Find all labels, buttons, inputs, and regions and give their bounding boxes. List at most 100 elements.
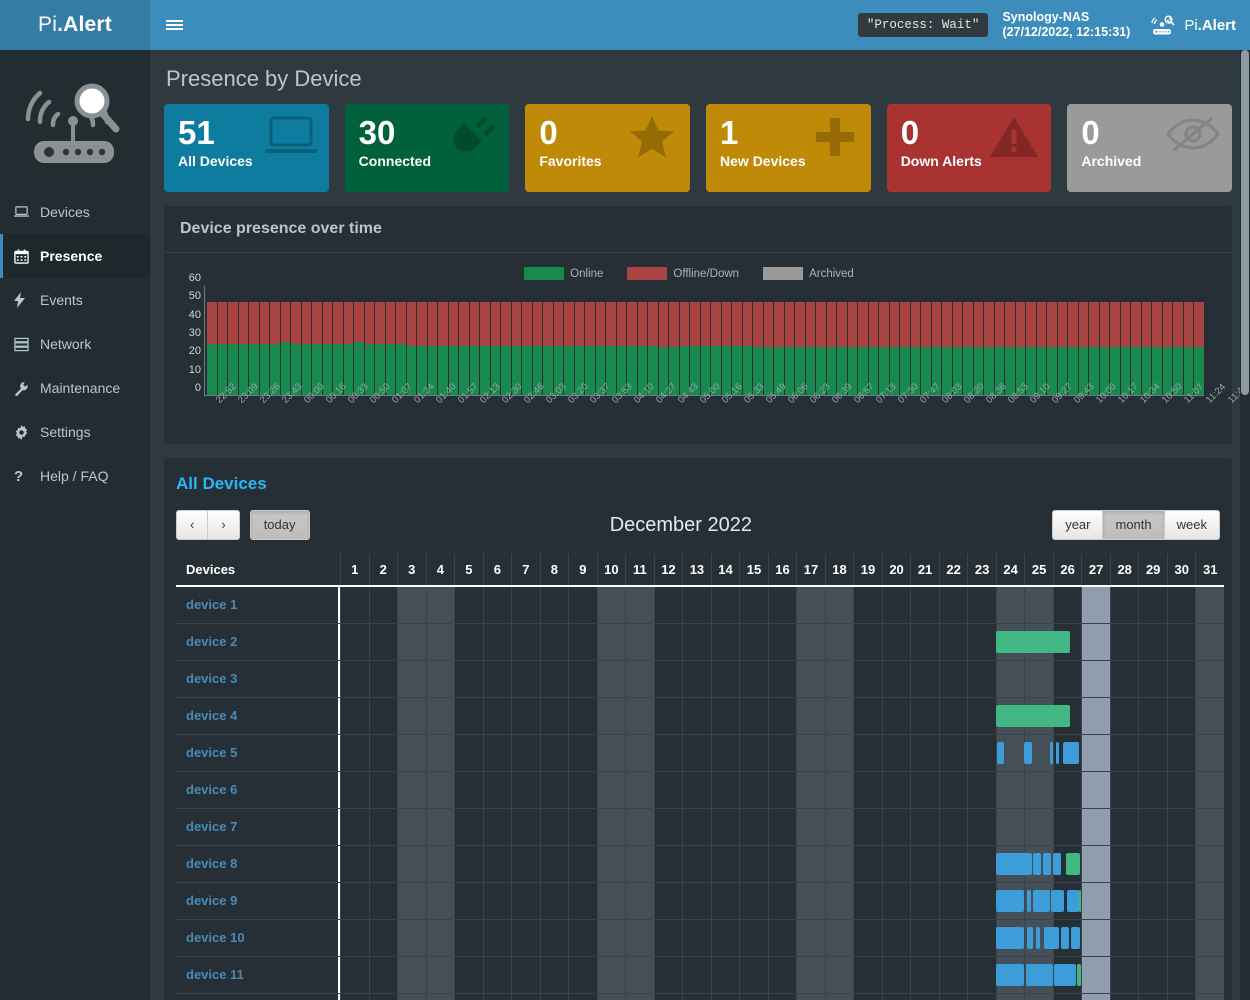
calendar-day-header[interactable]: 14 xyxy=(711,554,740,585)
calendar-day-cell[interactable] xyxy=(1138,661,1167,697)
calendar-day-cell[interactable] xyxy=(1110,698,1139,734)
calendar-day-cell[interactable] xyxy=(910,735,939,771)
calendar-day-cell[interactable] xyxy=(910,920,939,956)
calendar-day-cell[interactable] xyxy=(625,994,654,1000)
calendar-day-cell[interactable] xyxy=(939,698,968,734)
calendar-presence-event[interactable] xyxy=(1027,927,1033,949)
calendar-day-cell[interactable] xyxy=(796,809,825,845)
calendar-device-name[interactable]: device 1 xyxy=(176,587,340,623)
calendar-day-cell[interactable] xyxy=(1138,994,1167,1000)
calendar-day-cell[interactable] xyxy=(882,735,911,771)
calendar-day-cell[interactable] xyxy=(568,698,597,734)
calendar-day-cell[interactable] xyxy=(882,883,911,919)
calendar-day-cell[interactable] xyxy=(597,587,626,623)
calendar-day-cell[interactable] xyxy=(739,772,768,808)
calendar-day-cell[interactable] xyxy=(597,846,626,882)
calendar-day-cell[interactable] xyxy=(996,772,1025,808)
calendar-day-cell[interactable] xyxy=(483,883,512,919)
card-down-alerts[interactable]: 0 Down Alerts xyxy=(887,104,1052,192)
calendar-day-cell[interactable] xyxy=(511,772,540,808)
calendar-day-cell[interactable] xyxy=(625,587,654,623)
calendar-day-cell[interactable] xyxy=(511,920,540,956)
calendar-day-cell[interactable] xyxy=(511,698,540,734)
calendar-day-cell[interactable] xyxy=(825,735,854,771)
calendar-day-cell[interactable] xyxy=(625,883,654,919)
calendar-day-cell[interactable] xyxy=(597,772,626,808)
calendar-day-cell[interactable] xyxy=(825,698,854,734)
calendar-day-cell[interactable] xyxy=(369,772,398,808)
calendar-day-cell[interactable] xyxy=(426,587,455,623)
calendar-day-cell[interactable] xyxy=(340,994,369,1000)
calendar-day-cell[interactable] xyxy=(340,846,369,882)
calendar-day-cell[interactable] xyxy=(910,772,939,808)
calendar-day-header[interactable]: 3 xyxy=(397,554,426,585)
calendar-day-cell[interactable] xyxy=(654,994,683,1000)
calendar-day-cell[interactable] xyxy=(511,624,540,660)
calendar-day-cell[interactable] xyxy=(1110,809,1139,845)
calendar-day-cell[interactable] xyxy=(1110,883,1139,919)
calendar-day-cell[interactable] xyxy=(483,772,512,808)
calendar-day-cell[interactable] xyxy=(768,809,797,845)
calendar-day-cell[interactable] xyxy=(483,698,512,734)
calendar-day-cell[interactable] xyxy=(426,809,455,845)
calendar-day-cell[interactable] xyxy=(511,809,540,845)
calendar-presence-event[interactable] xyxy=(996,631,1070,653)
calendar-day-cell[interactable] xyxy=(796,920,825,956)
calendar-day-cell[interactable] xyxy=(397,846,426,882)
calendar-day-cell[interactable] xyxy=(825,809,854,845)
calendar-day-cell[interactable] xyxy=(1081,883,1110,919)
calendar-day-cell[interactable] xyxy=(340,661,369,697)
calendar-day-cell[interactable] xyxy=(1138,809,1167,845)
calendar-day-cell[interactable] xyxy=(796,735,825,771)
calendar-day-cell[interactable] xyxy=(397,994,426,1000)
calendar-day-header[interactable]: 20 xyxy=(882,554,911,585)
calendar-day-cell[interactable] xyxy=(568,994,597,1000)
calendar-day-cell[interactable] xyxy=(454,809,483,845)
calendar-presence-event[interactable] xyxy=(1036,927,1040,949)
calendar-day-cell[interactable] xyxy=(1167,920,1196,956)
calendar-day-cell[interactable] xyxy=(1081,735,1110,771)
calendar-day-cell[interactable] xyxy=(682,809,711,845)
sidebar-item-events[interactable]: Events xyxy=(0,278,150,322)
calendar-day-cell[interactable] xyxy=(454,587,483,623)
calendar-presence-event[interactable] xyxy=(1053,853,1062,875)
calendar-day-cell[interactable] xyxy=(825,883,854,919)
calendar-day-cell[interactable] xyxy=(511,883,540,919)
calendar-day-cell[interactable] xyxy=(511,994,540,1000)
calendar-day-cell[interactable] xyxy=(597,661,626,697)
sidebar-item-presence[interactable]: Presence xyxy=(0,234,150,278)
calendar-day-cell[interactable] xyxy=(625,846,654,882)
calendar-day-cell[interactable] xyxy=(939,957,968,993)
calendar-day-cell[interactable] xyxy=(369,846,398,882)
calendar-day-cell[interactable] xyxy=(711,957,740,993)
calendar-day-cell[interactable] xyxy=(1053,994,1082,1000)
calendar-day-cell[interactable] xyxy=(768,698,797,734)
calendar-day-cell[interactable] xyxy=(483,735,512,771)
calendar-day-cell[interactable] xyxy=(739,587,768,623)
calendar-day-cell[interactable] xyxy=(1081,698,1110,734)
calendar-day-cell[interactable] xyxy=(768,846,797,882)
calendar-day-cell[interactable] xyxy=(597,735,626,771)
calendar-day-cell[interactable] xyxy=(597,920,626,956)
calendar-day-cell[interactable] xyxy=(711,587,740,623)
calendar-day-cell[interactable] xyxy=(1053,809,1082,845)
calendar-day-cell[interactable] xyxy=(568,772,597,808)
calendar-day-cell[interactable] xyxy=(682,587,711,623)
calendar-day-cell[interactable] xyxy=(825,624,854,660)
calendar-presence-event[interactable] xyxy=(1033,890,1050,912)
calendar-day-cell[interactable] xyxy=(711,735,740,771)
calendar-day-cell[interactable] xyxy=(1024,772,1053,808)
calendar-day-header[interactable]: 16 xyxy=(768,554,797,585)
calendar-day-cell[interactable] xyxy=(996,994,1025,1000)
calendar-day-cell[interactable] xyxy=(426,735,455,771)
calendar-day-cell[interactable] xyxy=(426,846,455,882)
calendar-day-cell[interactable] xyxy=(939,624,968,660)
calendar-day-cell[interactable] xyxy=(540,698,569,734)
calendar-day-cell[interactable] xyxy=(1167,809,1196,845)
calendar-day-header[interactable]: 9 xyxy=(568,554,597,585)
calendar-day-cell[interactable] xyxy=(540,772,569,808)
calendar-day-header[interactable]: 29 xyxy=(1138,554,1167,585)
calendar-day-cell[interactable] xyxy=(939,587,968,623)
calendar-day-cell[interactable] xyxy=(853,809,882,845)
calendar-day-header[interactable]: 24 xyxy=(996,554,1025,585)
